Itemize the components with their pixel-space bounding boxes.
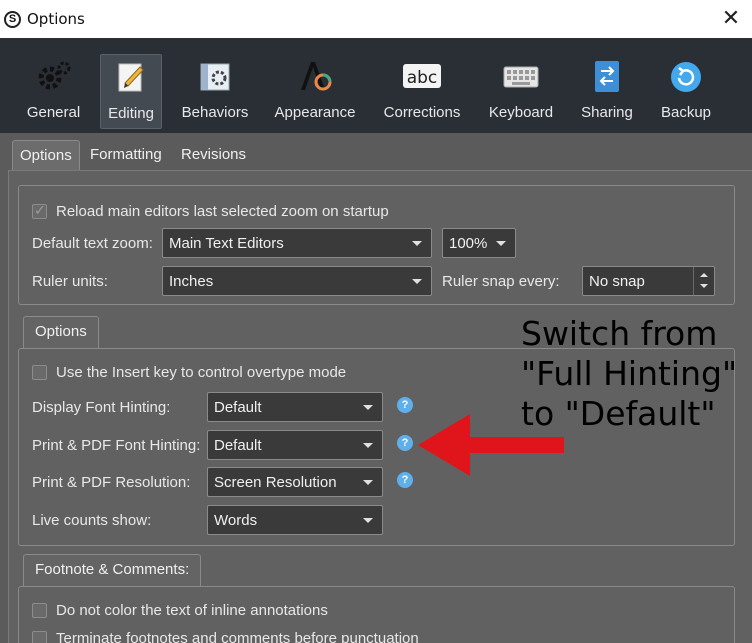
- close-icon[interactable]: ✕: [718, 5, 744, 31]
- zoom-percent-select[interactable]: 100%: [442, 228, 516, 258]
- title-bar: S Options ✕: [0, 0, 752, 38]
- abc-icon: abc: [402, 58, 442, 94]
- tab-revisions[interactable]: Revisions: [174, 140, 253, 170]
- reload-zoom-label: Reload main editors last selected zoom o…: [56, 203, 389, 220]
- sync-arrows-icon: [589, 58, 625, 94]
- toolbar-label: Sharing: [581, 104, 633, 121]
- toolbar-label: Keyboard: [488, 104, 554, 121]
- keyboard-icon: [503, 58, 539, 94]
- live-counts-select[interactable]: Words: [207, 505, 383, 535]
- print-resolution-value: Screen Resolution: [214, 474, 337, 491]
- window-title: Options: [27, 10, 85, 28]
- default-zoom-value: Main Text Editors: [169, 235, 284, 252]
- options-group-tab: Options: [23, 316, 99, 348]
- ruler-units-select[interactable]: Inches: [162, 266, 432, 296]
- default-zoom-label: Default text zoom:: [32, 235, 153, 252]
- ruler-units-value: Inches: [169, 273, 214, 290]
- ruler-snap-value: No snap: [589, 273, 645, 290]
- ruler-snap-spinbox[interactable]: No snap: [582, 266, 715, 296]
- options-toolbar: General Editing Behaviors Appearance abc…: [0, 38, 752, 133]
- footnote-group: Do not color the text of inline annotati…: [18, 586, 735, 643]
- pencil-page-icon: [113, 59, 149, 95]
- toolbar-general[interactable]: General: [20, 54, 87, 129]
- chevron-down-icon: [363, 443, 373, 448]
- chevron-down-icon: [412, 241, 422, 246]
- print-resolution-select[interactable]: Screen Resolution: [207, 467, 383, 497]
- terminate-label: Terminate footnotes and comments before …: [56, 630, 419, 643]
- zoom-settings-group: Reload main editors last selected zoom o…: [18, 185, 735, 305]
- default-zoom-select[interactable]: Main Text Editors: [162, 228, 432, 258]
- no-color-label: Do not color the text of inline annotati…: [56, 602, 328, 619]
- spin-down-icon[interactable]: [700, 284, 708, 288]
- chevron-down-icon: [363, 518, 373, 523]
- toolbar-label: Editing: [108, 105, 154, 122]
- chevron-down-icon: [496, 241, 506, 246]
- backup-circle-icon: [668, 58, 704, 94]
- toolbar-keyboard[interactable]: Keyboard: [486, 54, 556, 129]
- spin-up-icon[interactable]: [700, 273, 708, 277]
- help-icon[interactable]: ?: [397, 435, 413, 451]
- print-hinting-select[interactable]: Default: [207, 430, 383, 460]
- chevron-down-icon: [363, 405, 373, 410]
- tab-formatting[interactable]: Formatting: [83, 140, 169, 170]
- toolbar-label: Behaviors: [181, 104, 249, 121]
- toolbar-editing[interactable]: Editing: [100, 54, 162, 129]
- help-icon[interactable]: ?: [397, 397, 413, 413]
- print-resolution-label: Print & PDF Resolution:: [32, 474, 191, 491]
- tab-options[interactable]: Options: [12, 140, 80, 170]
- display-hinting-select[interactable]: Default: [207, 392, 383, 422]
- print-hinting-value: Default: [214, 437, 262, 454]
- toolbar-label: General: [26, 104, 81, 121]
- gears-icon: [36, 58, 72, 94]
- svg-text:abc: abc: [407, 68, 438, 88]
- help-icon[interactable]: ?: [397, 472, 413, 488]
- display-hinting-label: Display Font Hinting:: [32, 399, 171, 416]
- toolbar-label: Appearance: [274, 104, 356, 121]
- gear-window-icon: [197, 58, 233, 94]
- ruler-snap-label: Ruler snap every:: [442, 273, 560, 290]
- toolbar-appearance[interactable]: Appearance: [272, 54, 358, 129]
- display-hinting-value: Default: [214, 399, 262, 416]
- no-color-checkbox[interactable]: [32, 603, 47, 618]
- live-counts-value: Words: [214, 512, 258, 529]
- print-hinting-label: Print & PDF Font Hinting:: [32, 437, 201, 454]
- footnote-group-tab: Footnote & Comments:: [23, 554, 202, 586]
- toolbar-label: Backup: [660, 104, 712, 121]
- ruler-units-label: Ruler units:: [32, 273, 108, 290]
- toolbar-sharing[interactable]: Sharing: [578, 54, 636, 129]
- toolbar-corrections[interactable]: abc Corrections: [380, 54, 464, 129]
- chevron-down-icon: [363, 480, 373, 485]
- zoom-percent-value: 100%: [449, 235, 488, 252]
- toolbar-behaviors[interactable]: Behaviors: [178, 54, 252, 129]
- annotation-line: Switch from: [521, 314, 718, 353]
- red-arrow-icon: [418, 414, 564, 476]
- insert-key-label: Use the Insert key to control overtype m…: [56, 364, 347, 381]
- live-counts-label: Live counts show:: [32, 512, 152, 529]
- toolbar-backup[interactable]: Backup: [658, 54, 714, 129]
- toolbar-label: Corrections: [383, 104, 461, 121]
- terminate-checkbox[interactable]: [32, 631, 47, 643]
- sub-tab-bar: Options Formatting Revisions: [0, 133, 752, 171]
- chevron-down-icon: [412, 279, 422, 284]
- insert-key-checkbox[interactable]: [32, 365, 47, 380]
- annotation-line: "Full Hinting": [521, 354, 738, 393]
- app-logo-icon: S: [4, 11, 21, 28]
- reload-zoom-checkbox[interactable]: [32, 202, 47, 219]
- color-letter-icon: [297, 58, 333, 94]
